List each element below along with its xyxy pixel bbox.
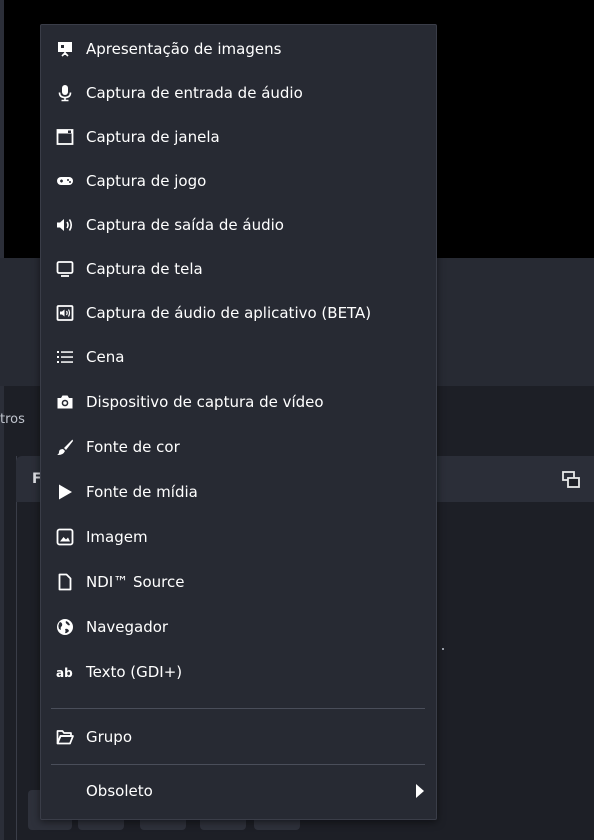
play-icon	[55, 482, 75, 502]
text-icon: ab	[55, 662, 75, 682]
menu-item-label: Grupo	[86, 728, 132, 746]
menu-item-screen-capture[interactable]: Captura de tela	[41, 249, 436, 289]
menu-item-label: Captura de saída de áudio	[86, 216, 284, 234]
menu-item-audio-input[interactable]: Captura de entrada de áudio	[41, 73, 436, 113]
file-icon	[55, 572, 75, 592]
menu-item-label: Obsoleto	[86, 782, 153, 800]
menu-item-media-source[interactable]: Fonte de mídia	[41, 472, 436, 512]
slideshow-icon	[55, 39, 75, 59]
microphone-icon	[55, 83, 75, 103]
preview-dot	[442, 648, 444, 650]
menu-item-color-source[interactable]: Fonte de cor	[41, 427, 436, 467]
menu-item-label: Navegador	[86, 618, 169, 636]
menu-item-app-audio-capture[interactable]: Captura de áudio de aplicativo (BETA)	[41, 293, 436, 333]
menu-item-text-gdi[interactable]: ab Texto (GDI+)	[41, 652, 436, 692]
menu-item-deprecated[interactable]: Obsoleto	[41, 771, 436, 811]
menu-item-window-capture[interactable]: Captura de janela	[41, 117, 436, 157]
menu-item-label: Imagem	[86, 528, 148, 546]
submenu-arrow-icon	[416, 784, 424, 798]
paintbrush-icon	[55, 437, 75, 457]
menu-item-browser[interactable]: Navegador	[41, 607, 436, 647]
window-icon	[55, 127, 75, 147]
image-icon	[55, 527, 75, 547]
menu-item-label: Captura de janela	[86, 128, 220, 146]
menu-item-label: Captura de áudio de aplicativo (BETA)	[86, 304, 372, 322]
menu-item-label: Captura de entrada de áudio	[86, 84, 303, 102]
monitor-icon	[55, 259, 75, 279]
dock-float-button[interactable]	[560, 470, 582, 490]
list-icon	[55, 347, 75, 367]
menu-item-label: NDI™ Source	[86, 573, 185, 591]
add-source-menu: Apresentação de imagens Captura de entra…	[40, 24, 437, 820]
menu-item-label: Dispositivo de captura de vídeo	[86, 393, 324, 411]
speaker-icon	[55, 215, 75, 235]
gamepad-icon	[55, 171, 75, 191]
menu-item-label: Fonte de cor	[86, 438, 180, 456]
menu-separator	[51, 708, 425, 709]
menu-item-ndi-source[interactable]: NDI™ Source	[41, 562, 436, 602]
globe-icon	[55, 617, 75, 637]
menu-item-label: Apresentação de imagens	[86, 40, 282, 58]
menu-item-audio-output[interactable]: Captura de saída de áudio	[41, 205, 436, 245]
menu-item-label: Captura de jogo	[86, 172, 207, 190]
menu-item-image[interactable]: Imagem	[41, 517, 436, 557]
menu-separator	[51, 764, 425, 765]
filter-label: tros	[0, 412, 25, 427]
menu-item-video-capture[interactable]: Dispositivo de captura de vídeo	[41, 382, 436, 422]
menu-item-scene[interactable]: Cena	[41, 337, 436, 377]
menu-item-label: Texto (GDI+)	[86, 663, 183, 681]
undock-icon	[562, 471, 580, 488]
menu-item-label: Cena	[86, 348, 125, 366]
folder-icon	[55, 727, 75, 747]
menu-item-slideshow[interactable]: Apresentação de imagens	[41, 29, 436, 69]
svg-text:ab: ab	[56, 666, 73, 680]
app-audio-icon	[55, 303, 75, 323]
menu-item-label: Fonte de mídia	[86, 483, 198, 501]
camera-icon	[55, 392, 75, 412]
menu-item-label: Captura de tela	[86, 260, 203, 278]
menu-item-group[interactable]: Grupo	[41, 717, 436, 757]
menu-item-game-capture[interactable]: Captura de jogo	[41, 161, 436, 201]
